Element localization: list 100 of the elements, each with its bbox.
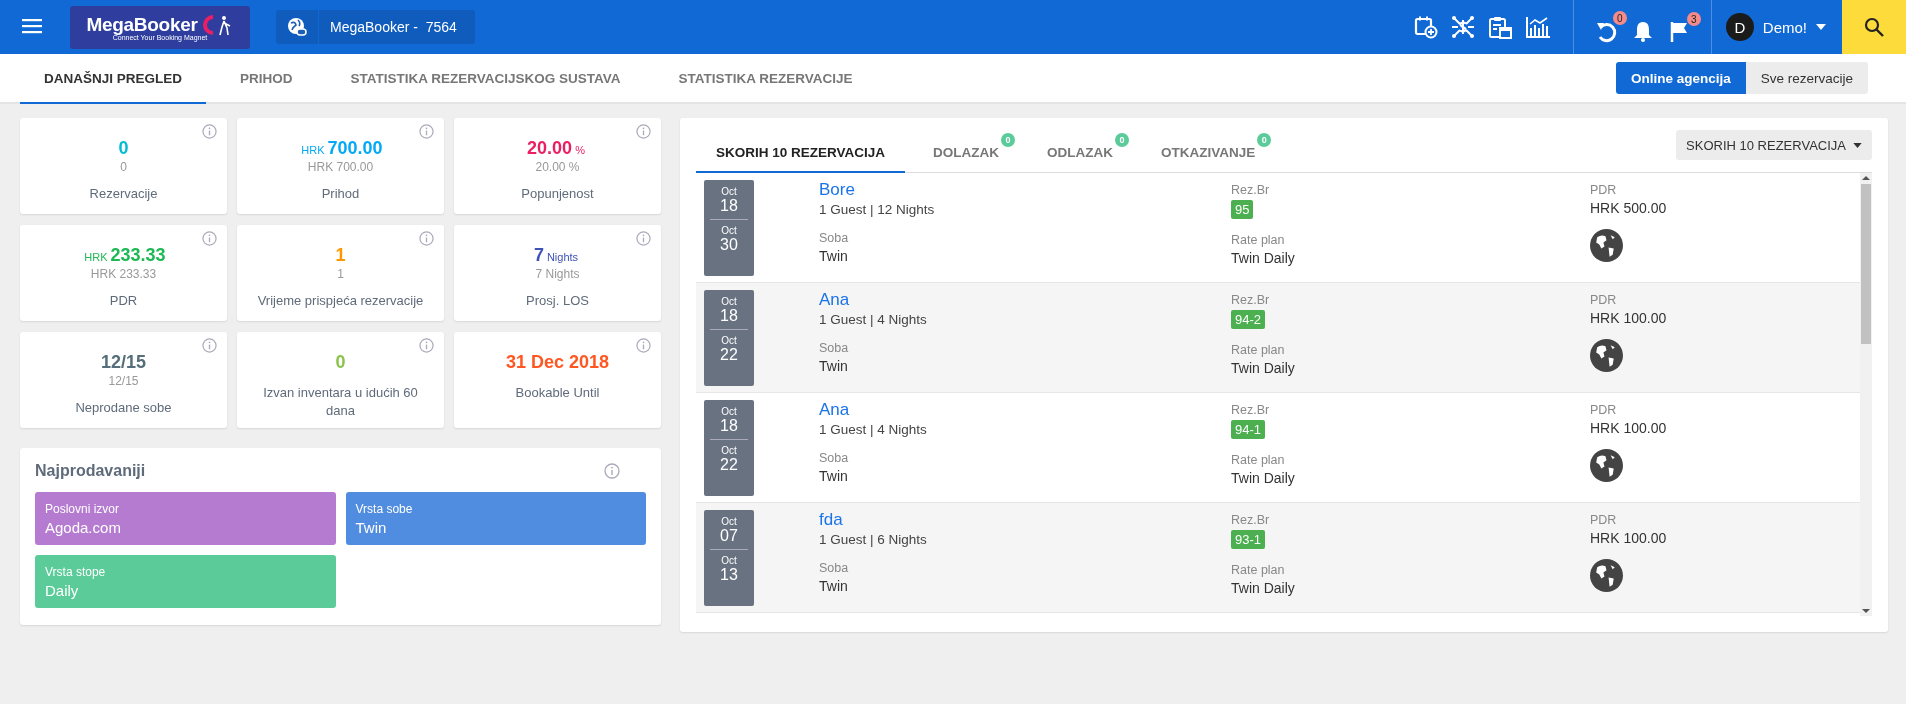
search-icon (1864, 17, 1884, 37)
stay-details: 1 Guest | 4 Nights (819, 312, 927, 327)
field-value: Twin (819, 578, 848, 594)
scrollbar[interactable] (1860, 173, 1872, 616)
globe-icon (1590, 339, 1623, 372)
stat-value: 7 Nights (533, 245, 580, 266)
tab[interactable]: ODLAZAK 0 (1027, 131, 1134, 173)
reservation-row[interactable]: Oct 18 Oct 22 Ana 1 Guest | 4 Nights Soba Twin Rez.Br 94-2 Rate plan Twin Daily PDR HRK 100.00 (696, 283, 1860, 393)
info-icon[interactable] (202, 231, 217, 246)
stat-label: Popunjenost (520, 185, 595, 203)
stat-label: Prihod (320, 185, 361, 203)
stat-subvalue: 1 (337, 267, 344, 281)
flags-button[interactable]: 3 (1667, 12, 1701, 42)
tile-value: Twin (355, 518, 388, 536)
view-button[interactable]: Sve rezervacije (1745, 62, 1868, 94)
field-label: Soba (819, 451, 849, 465)
filter-dropdown[interactable]: SKORIH 10 REZERVACIJA (1676, 130, 1872, 160)
field-label: PDR (1590, 513, 1617, 527)
field-value: Twin Daily (1231, 360, 1295, 376)
search-button[interactable] (1842, 0, 1906, 54)
guest-link[interactable]: Ana (819, 290, 850, 310)
calendar-add-icon[interactable] (1413, 15, 1438, 39)
tab[interactable]: OTKAZIVANJE 0 (1141, 131, 1276, 173)
stat-label: Rezervacije (88, 185, 159, 203)
field-label: Rate plan (1231, 563, 1285, 577)
property-selector[interactable]: MegaBooker - 7564 (276, 10, 475, 44)
field-label: Soba (819, 231, 849, 245)
reservation-number: 94-1 (1231, 420, 1266, 439)
info-icon[interactable] (636, 231, 651, 246)
stat-label: Bookable Until (514, 384, 601, 402)
history-button[interactable]: 0 (1593, 11, 1627, 43)
info-icon[interactable] (202, 338, 217, 353)
field-value: Twin (819, 468, 848, 484)
globe-icon (1590, 559, 1623, 592)
guest-link[interactable]: fda (819, 510, 843, 530)
scroll-up-icon[interactable] (1862, 175, 1870, 181)
menu-icon[interactable] (22, 18, 44, 36)
field-label: Rate plan (1231, 453, 1285, 467)
tile-label: Vrsta stope (45, 564, 107, 579)
stat-value: 12/15 (100, 352, 146, 373)
user-avatar: D (1725, 13, 1754, 41)
field-value: HRK 100.00 (1590, 530, 1667, 546)
field-label: Soba (819, 561, 849, 575)
tab[interactable]: SKORIH 10 REZERVACIJA (696, 131, 906, 173)
chart-icon[interactable] (1524, 15, 1551, 39)
globe-link-icon (287, 17, 307, 37)
info-icon[interactable] (636, 124, 651, 139)
stay-details: 1 Guest | 12 Nights (819, 202, 935, 217)
tab[interactable]: PRIHOD (216, 54, 317, 104)
tile-label: Poslovni izvor (45, 501, 121, 516)
count-badge: 0 (1001, 133, 1016, 147)
tab[interactable]: DANAŠNJI PREGLED (20, 54, 207, 104)
logo-name: MegaBooker (86, 13, 198, 35)
field-value: HRK 500.00 (1590, 200, 1667, 216)
bell-icon (1632, 20, 1653, 42)
field-value: Twin Daily (1231, 580, 1295, 596)
info-icon[interactable] (419, 231, 434, 246)
stat-label: Izvan inventara u idućih 60 dana (262, 384, 419, 420)
stat-label: Vrijeme prispjeća rezervacije (256, 292, 425, 310)
info-icon[interactable] (202, 124, 217, 139)
stat-value: 0 (118, 138, 129, 159)
field-label: Soba (819, 341, 849, 355)
clipboard-calendar-icon[interactable] (1487, 15, 1512, 39)
tab[interactable]: STATISTIKA REZERVACIJSKOG SUSTAVA (326, 54, 645, 104)
stat-subvalue: HRK 700.00 (307, 160, 374, 174)
stat-value: HRK 233.33 (83, 245, 166, 266)
field-label: PDR (1590, 403, 1617, 417)
field-value: HRK 100.00 (1590, 420, 1667, 436)
view-button[interactable]: Online agencija (1615, 62, 1746, 94)
reservation-number: 93-1 (1231, 530, 1266, 549)
count-badge: 3 (1686, 12, 1701, 26)
field-label: Rate plan (1231, 343, 1285, 357)
stat-value: 0 (335, 352, 346, 373)
info-icon[interactable] (419, 124, 434, 139)
count-badge: 0 (1115, 133, 1130, 147)
tile-label: Vrsta sobe (355, 501, 414, 516)
field-label: Rez.Br (1231, 183, 1270, 197)
tab[interactable]: DOLAZAK 0 (913, 131, 1020, 173)
globe-icon (1590, 449, 1623, 482)
stat-subvalue: HRK 233.33 (90, 267, 157, 281)
info-icon[interactable] (636, 338, 651, 353)
tab[interactable]: STATISTIKA REZERVACIJE (654, 54, 877, 104)
info-icon[interactable] (604, 463, 620, 479)
stat-value: HRK 700.00 (300, 138, 383, 159)
panel-title: Najprodavaniji (35, 462, 146, 480)
user-menu[interactable]: D Demo! (1711, 13, 1842, 41)
date-badge: Oct 07 Oct 13 (704, 510, 754, 606)
stat-subvalue: 0 (120, 160, 127, 174)
info-icon[interactable] (419, 338, 434, 353)
field-label: Rez.Br (1231, 403, 1270, 417)
field-value: HRK 100.00 (1590, 310, 1667, 326)
flag-icon (1669, 20, 1690, 42)
guest-link[interactable]: Ana (819, 400, 850, 420)
stay-details: 1 Guest | 4 Nights (819, 422, 927, 437)
reservation-row[interactable]: Oct 07 Oct 13 fda 1 Guest | 6 Nights Soba Twin Rez.Br 93-1 Rate plan Twin Daily PDR HRK 100.00 (696, 503, 1860, 613)
field-label: Rate plan (1231, 233, 1285, 247)
dollar-network-icon[interactable] (1450, 15, 1475, 39)
stat-value: 20.00 % (527, 138, 586, 159)
guest-link[interactable]: Bore (819, 180, 855, 200)
scroll-down-icon[interactable] (1862, 608, 1870, 614)
